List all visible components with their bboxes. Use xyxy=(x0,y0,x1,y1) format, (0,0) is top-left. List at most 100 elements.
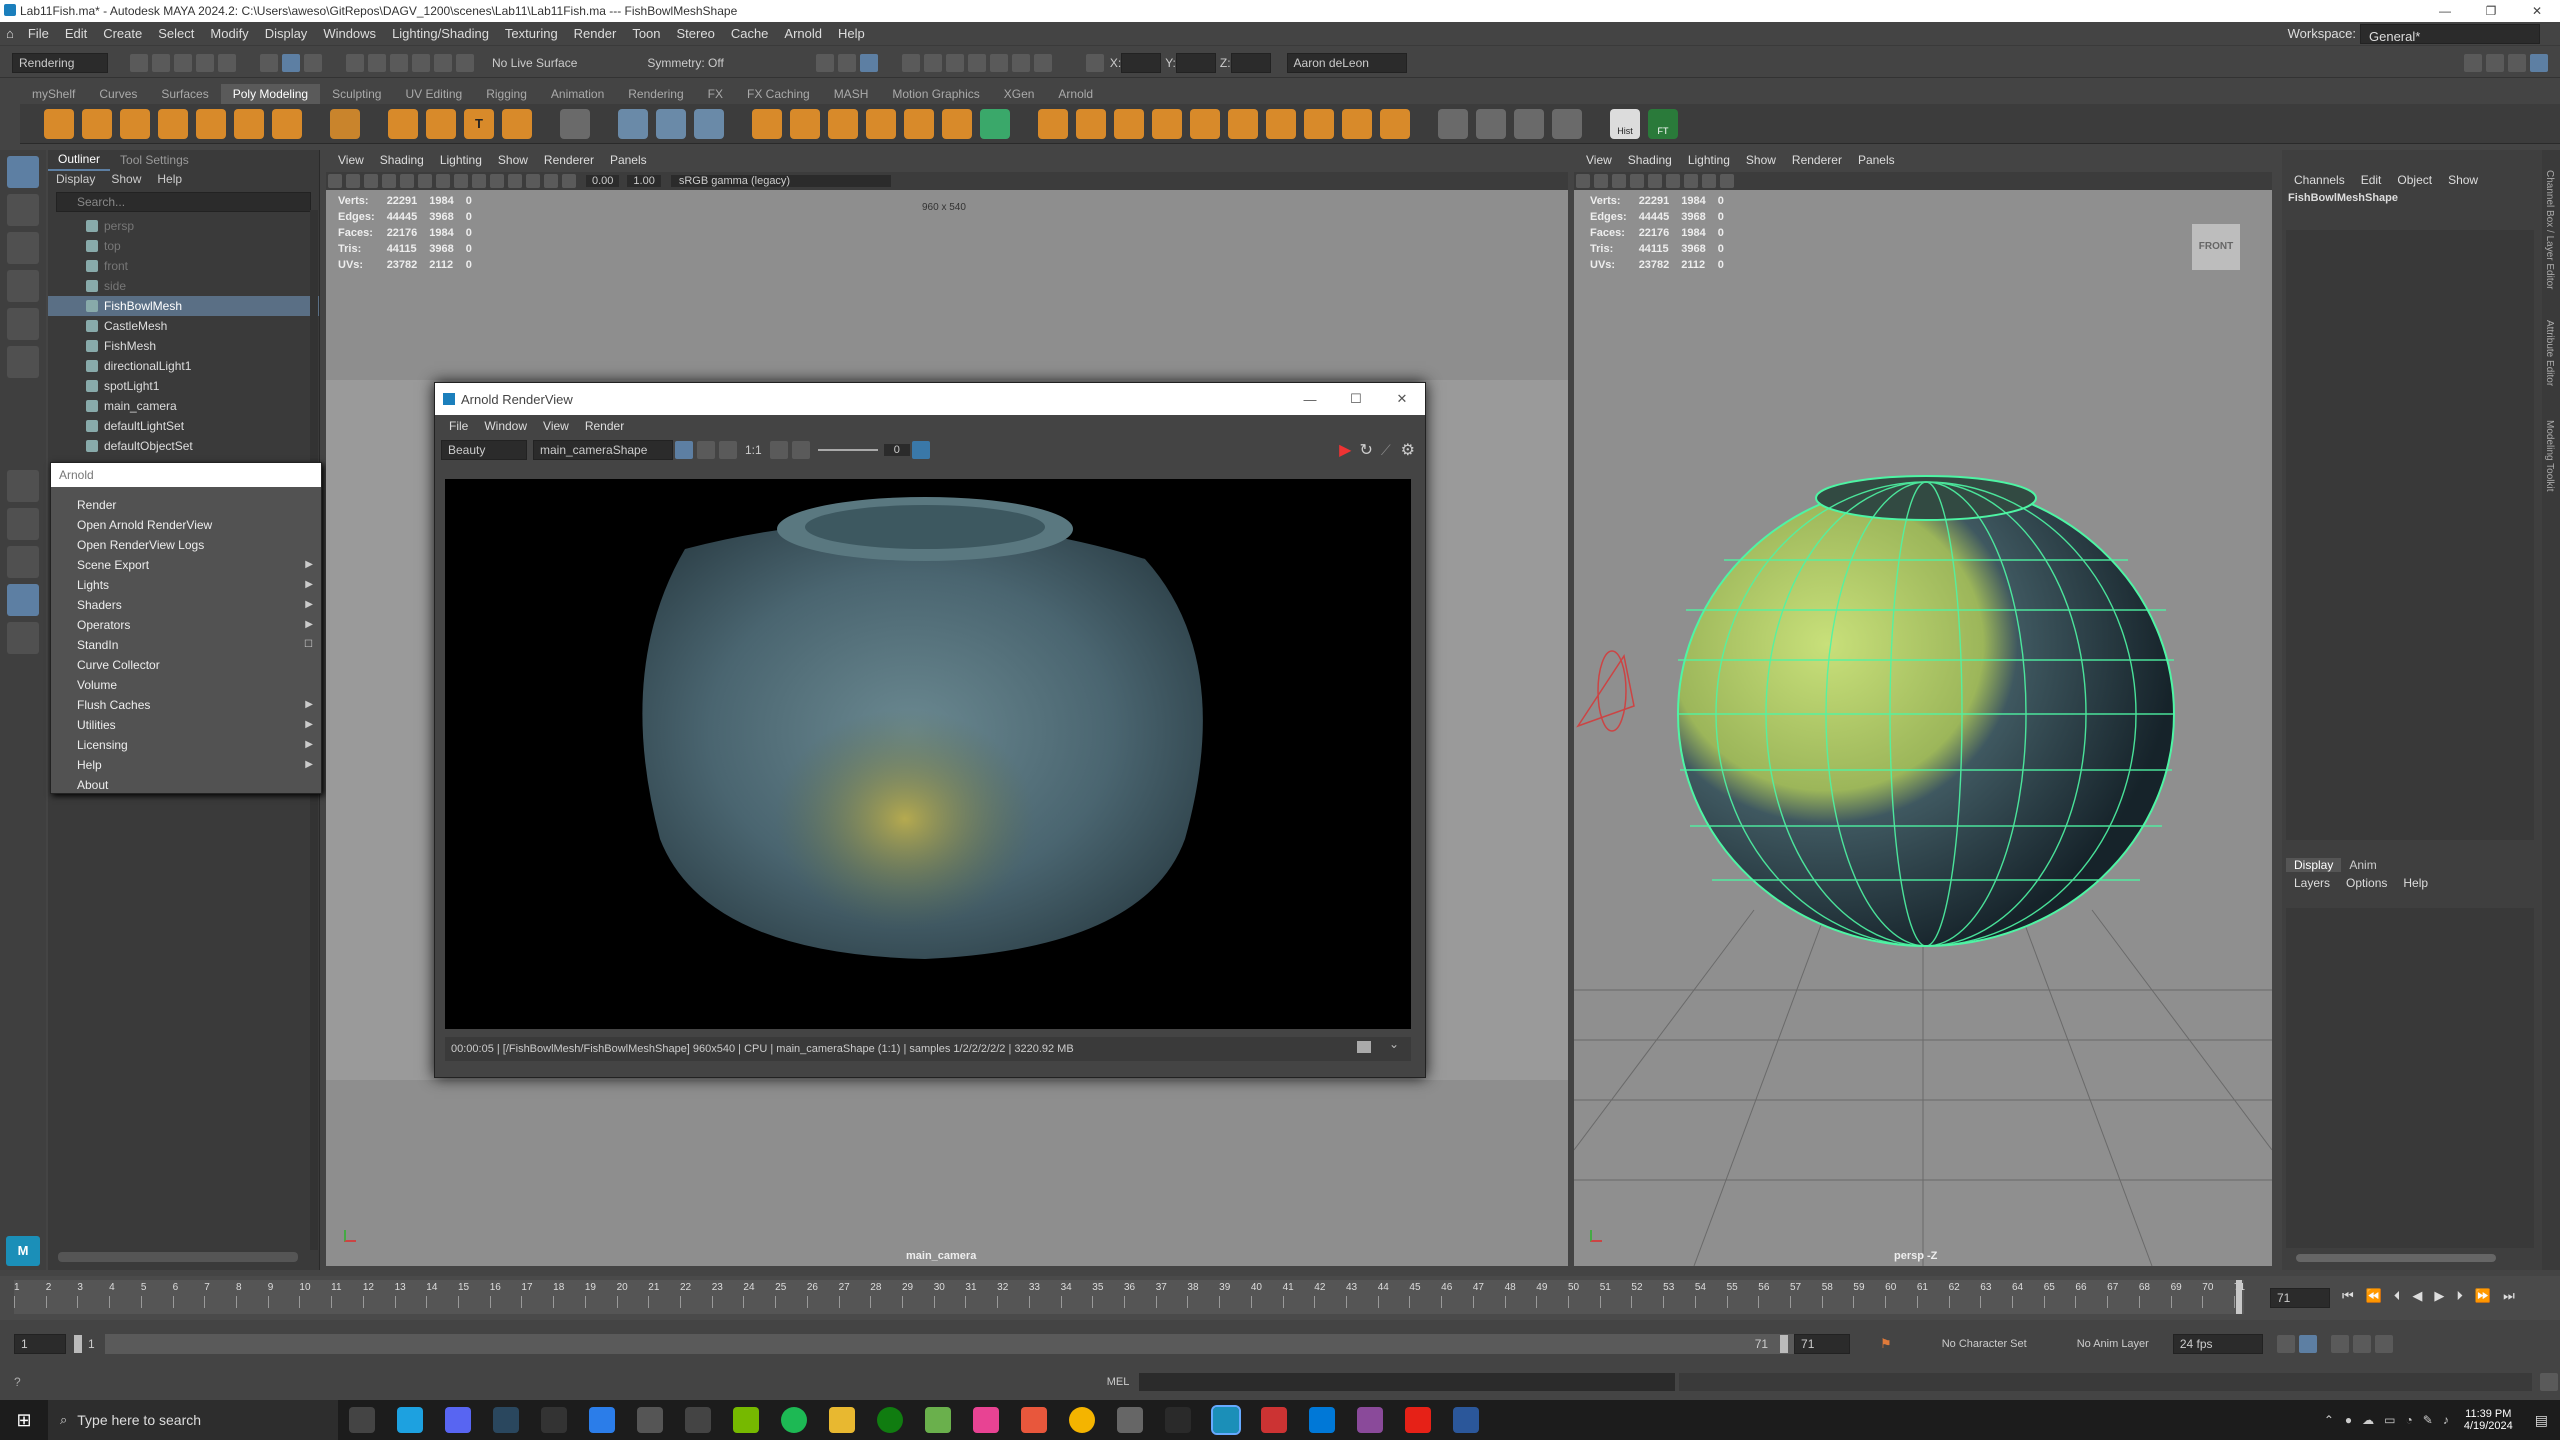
alpha-channel-icon[interactable] xyxy=(697,441,715,459)
sound-icon[interactable] xyxy=(2330,1335,2349,1353)
xbox-icon[interactable] xyxy=(877,1407,903,1433)
outliner-item[interactable]: FishMesh xyxy=(48,336,319,356)
shelf-tab-fx-caching[interactable]: FX Caching xyxy=(735,84,822,104)
rv-menu-view[interactable]: View xyxy=(535,416,577,436)
git-client-icon[interactable] xyxy=(1021,1407,1047,1433)
vp2-textured-icon[interactable] xyxy=(1684,174,1698,188)
freeze-transform-icon[interactable]: FT xyxy=(1648,108,1678,139)
slide-edge-icon[interactable] xyxy=(1552,108,1582,139)
outliner-item[interactable]: front xyxy=(48,256,319,276)
extrude-icon[interactable] xyxy=(1038,108,1068,139)
arnold-menu-item[interactable]: Open RenderView Logs xyxy=(51,535,321,555)
status-image-icon[interactable] xyxy=(1357,1041,1371,1053)
rotate-tool-icon[interactable] xyxy=(7,308,39,340)
smooth-icon[interactable] xyxy=(694,108,724,139)
delete-history-icon[interactable]: Hist xyxy=(1610,108,1640,139)
crop-icon[interactable]: ⟋ xyxy=(1381,442,1391,459)
poly-plane-icon[interactable] xyxy=(234,108,264,139)
vp2-bookmark-icon[interactable] xyxy=(1612,174,1626,188)
attribute-editor-icon[interactable] xyxy=(2486,53,2504,72)
youtube-icon[interactable] xyxy=(1405,1407,1431,1433)
vp2-grid-icon[interactable] xyxy=(1630,174,1644,188)
grid-toggle-icon[interactable] xyxy=(400,174,414,188)
word-icon[interactable] xyxy=(1453,1407,1479,1433)
outliner-item[interactable]: directionalLight1 xyxy=(48,356,319,376)
le-menu-layers[interactable]: Layers xyxy=(2286,873,2338,893)
outliner-item[interactable]: top xyxy=(48,236,319,256)
new-scene-icon[interactable] xyxy=(130,53,148,72)
outliner-hscrollbar[interactable] xyxy=(58,1252,298,1262)
tab-anim-layers[interactable]: Anim xyxy=(2341,858,2384,872)
poke-icon[interactable] xyxy=(1228,108,1258,139)
extract-icon[interactable] xyxy=(828,108,858,139)
right-viewport[interactable]: Verts: 22291 1984 0 Edges: 44445 3968 0 Faces: 22… xyxy=(1574,190,2272,1266)
taskbar-clock[interactable]: 11:39 PM 4/19/2024 xyxy=(2454,1408,2523,1432)
taskbar-search-input[interactable]: Type here to search xyxy=(77,1412,201,1428)
multi-cut-icon[interactable] xyxy=(1438,108,1468,139)
tool-settings-icon[interactable] xyxy=(2508,53,2526,72)
shelf-tab-animation[interactable]: Animation xyxy=(539,84,616,104)
arnold-menu-item[interactable]: Utilities ▶ xyxy=(51,715,321,735)
shadows-icon[interactable] xyxy=(526,174,540,188)
renderview-minimize-button[interactable]: — xyxy=(1287,392,1333,407)
xray-icon[interactable] xyxy=(544,174,558,188)
outliner-item[interactable]: main_camera xyxy=(48,396,319,416)
outliner-item[interactable]: defaultObjectSet xyxy=(48,436,319,456)
shelf-tab-arnold[interactable]: Arnold xyxy=(1046,84,1105,104)
lights-icon[interactable] xyxy=(508,174,522,188)
workspace-dropdown[interactable]: General* xyxy=(2360,23,2540,44)
snapshot-icon[interactable] xyxy=(911,441,930,459)
time-slider[interactable]: 1 2 3 4 5 6 7 8 9 10 11 12 13 14 15 16 17 18 19 20 21 22 23 24 2… xyxy=(0,1276,2560,1320)
renderview-maximize-button[interactable]: ☐ xyxy=(1333,391,1379,407)
menu-display[interactable]: Display xyxy=(257,22,316,46)
renderview-close-button[interactable]: ✕ xyxy=(1379,391,1425,407)
play-back-icon[interactable]: ◀ xyxy=(2406,1288,2428,1304)
spotify-icon[interactable] xyxy=(781,1407,807,1433)
outliner-item[interactable]: CastleMesh xyxy=(48,316,319,336)
fps-dropdown[interactable]: 24 fps xyxy=(2172,1334,2263,1354)
vp2-wireframe-icon[interactable] xyxy=(1648,174,1662,188)
paint-select-icon[interactable] xyxy=(7,232,39,264)
render-region-icon[interactable] xyxy=(815,53,834,72)
arnold-menu-item[interactable]: Flush Caches ▶ xyxy=(51,695,321,715)
le-menu-help[interactable]: Help xyxy=(2395,873,2436,893)
script-editor-icon[interactable] xyxy=(2540,1373,2558,1391)
menu-stereo[interactable]: Stereo xyxy=(669,22,723,46)
arnold-menu-item[interactable]: Lights ▶ xyxy=(51,575,321,595)
vp2-menu-shading[interactable]: Shading xyxy=(1620,150,1680,170)
outliner-item[interactable]: defaultLightSet xyxy=(48,416,319,436)
sweep-mesh-icon[interactable] xyxy=(426,108,456,139)
close-button[interactable]: ✕ xyxy=(2514,0,2560,22)
steam-icon[interactable] xyxy=(493,1407,519,1433)
film-gate-icon[interactable] xyxy=(418,174,432,188)
snap-point-icon[interactable] xyxy=(390,53,408,72)
render-view-icon[interactable] xyxy=(967,53,986,72)
poly-count-icon[interactable] xyxy=(560,108,590,139)
textured-icon[interactable] xyxy=(490,174,504,188)
lasso-tool-icon[interactable] xyxy=(7,194,39,226)
start-frame-field[interactable]: 1 xyxy=(14,1334,66,1354)
camera-attr-icon[interactable] xyxy=(346,174,360,188)
poly-cube-icon[interactable] xyxy=(82,108,112,139)
shelf-tab-fx[interactable]: FX xyxy=(696,84,735,104)
refresh-icon[interactable]: ↻ xyxy=(1359,440,1372,460)
live-surface-label[interactable]: No Live Surface xyxy=(492,56,577,70)
option-box-icon[interactable]: ☐ xyxy=(304,635,313,655)
user-account-dropdown[interactable]: Aaron deLeon xyxy=(1286,52,1407,73)
layer-hscrollbar[interactable] xyxy=(2296,1254,2496,1262)
auto-key-icon[interactable]: ⚑ xyxy=(1880,1336,1892,1352)
bookmark-icon[interactable] xyxy=(364,174,378,188)
paint-icon[interactable] xyxy=(973,1407,999,1433)
menu-windows[interactable]: Windows xyxy=(315,22,384,46)
render-play-icon[interactable]: ▶ xyxy=(1339,440,1351,460)
anim-layer-dropdown[interactable]: No Anim Layer xyxy=(2077,1338,2149,1350)
current-frame-field[interactable]: 71 xyxy=(2270,1288,2330,1308)
outliner-item[interactable]: persp xyxy=(48,216,319,236)
vp2-menu-show[interactable]: Show xyxy=(1738,150,1784,170)
task-view-icon[interactable] xyxy=(349,1407,375,1433)
vp2-shaded-icon[interactable] xyxy=(1666,174,1680,188)
near-clip-field[interactable]: 0.00 xyxy=(586,175,620,187)
nvidia-icon[interactable] xyxy=(733,1407,759,1433)
snap-surface-icon[interactable] xyxy=(434,53,452,72)
poly-sphere-icon[interactable] xyxy=(44,108,74,139)
